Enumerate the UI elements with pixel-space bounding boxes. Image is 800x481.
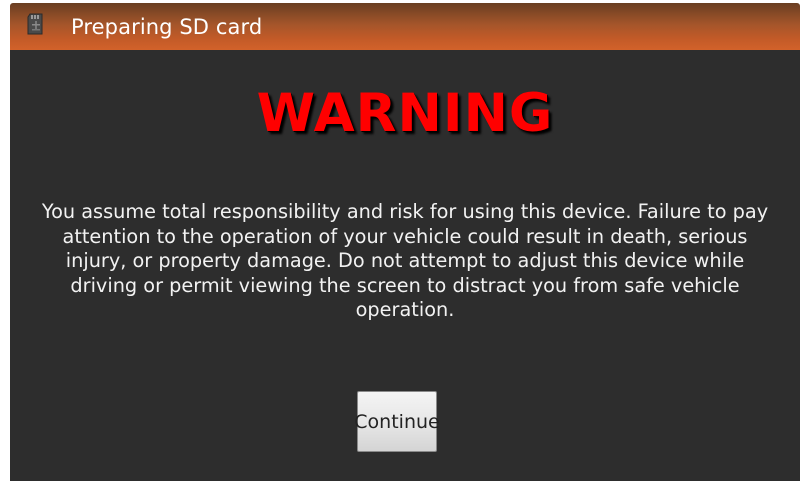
- dialog-title: Preparing SD card: [71, 15, 263, 39]
- app-window: Preparing SD card WARNING You assume tot…: [0, 0, 800, 481]
- warning-heading: WARNING: [256, 83, 554, 144]
- title-bar: Preparing SD card: [10, 3, 800, 50]
- sd-card-icon: [27, 13, 45, 35]
- continue-button[interactable]: Continue: [354, 391, 440, 452]
- warning-message: You assume total responsibility and risk…: [41, 200, 769, 321]
- warning-dialog: WARNING You assume total responsibility …: [10, 50, 800, 481]
